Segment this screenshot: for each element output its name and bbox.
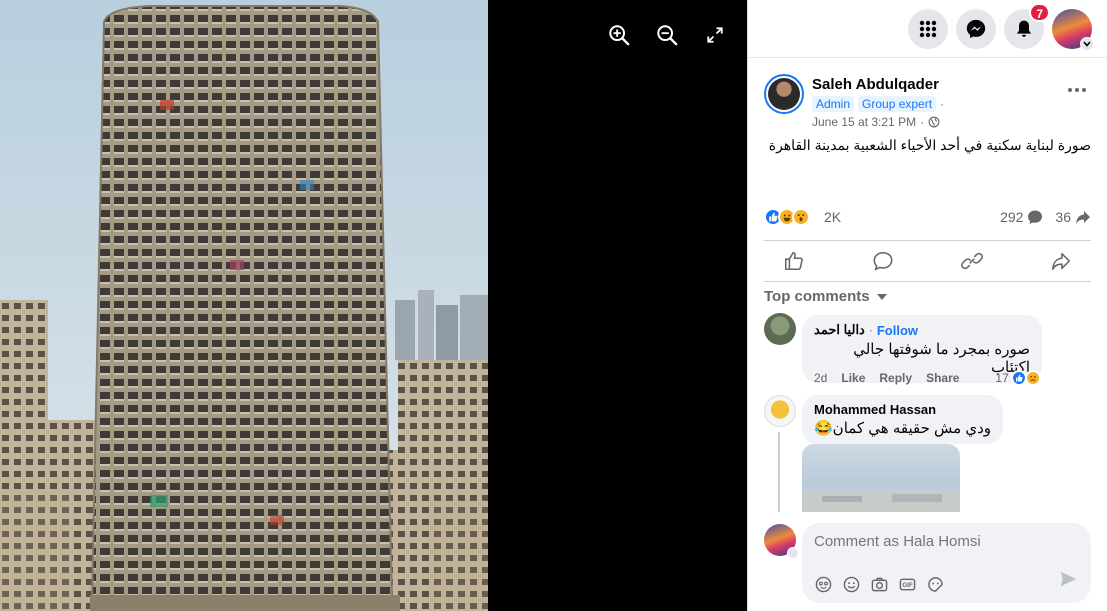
comment-sort-dropdown[interactable]: Top comments bbox=[764, 288, 888, 305]
comments-stat[interactable]: 292 bbox=[1000, 209, 1043, 225]
grid-menu-icon bbox=[919, 20, 937, 38]
post-timestamp: June 15 at 3:21 PM · bbox=[812, 115, 940, 129]
comments-count: 292 bbox=[1000, 209, 1024, 225]
top-bar: 7 bbox=[748, 0, 1107, 58]
chevron-down-icon bbox=[1080, 37, 1094, 51]
author-badges: Admin Group expert · bbox=[812, 96, 944, 112]
post-stats: 292 36 bbox=[1000, 209, 1091, 225]
like-button[interactable] bbox=[782, 249, 806, 273]
comment-input[interactable] bbox=[814, 533, 1054, 550]
composer-tools: GIF bbox=[814, 575, 944, 593]
comment-attached-image[interactable] bbox=[802, 444, 960, 512]
comment-meta: 2d Like Reply Share 17 bbox=[814, 370, 1041, 386]
emoji-button[interactable] bbox=[842, 575, 860, 593]
link-icon bbox=[961, 252, 983, 270]
more-horizontal-icon bbox=[1068, 88, 1086, 92]
share-button[interactable] bbox=[1049, 249, 1073, 273]
comment-item: داليا احمد · Follow صوره بمجرد ما شوفتها… bbox=[764, 313, 1091, 386]
post-photo[interactable] bbox=[0, 0, 488, 611]
avatar-sticker-icon bbox=[815, 576, 831, 592]
comment-like-button[interactable]: Like bbox=[841, 371, 865, 385]
share-arrow-icon bbox=[1076, 211, 1090, 224]
bell-icon bbox=[1016, 20, 1032, 37]
comment-button[interactable] bbox=[871, 249, 895, 273]
globe-icon bbox=[928, 116, 940, 128]
sad-reaction-icon bbox=[1024, 370, 1041, 386]
timestamp-text[interactable]: June 15 at 3:21 PM bbox=[812, 115, 916, 129]
comment-box: GIF bbox=[802, 523, 1091, 603]
comment-reactions-count: 17 bbox=[995, 371, 1009, 385]
post-panel: 7 Saleh Abdulqader Admin Group expert · … bbox=[747, 0, 1107, 611]
comment-bubble-icon bbox=[1028, 210, 1043, 224]
commenter-avatar[interactable] bbox=[764, 395, 796, 427]
comment-photo bbox=[802, 492, 960, 512]
account-avatar[interactable] bbox=[1052, 9, 1094, 51]
comment-share-button[interactable]: Share bbox=[926, 371, 959, 385]
send-icon bbox=[1060, 571, 1077, 587]
zoom-out-button[interactable] bbox=[654, 22, 680, 48]
notifications-button[interactable]: 7 bbox=[1004, 3, 1050, 49]
commenter-name[interactable]: داليا احمد bbox=[814, 322, 865, 338]
my-avatar[interactable] bbox=[764, 524, 799, 559]
comment-reply-button[interactable]: Reply bbox=[879, 371, 912, 385]
comment-icon bbox=[873, 251, 893, 271]
author-avatar[interactable] bbox=[764, 74, 804, 114]
reaction-icons[interactable] bbox=[764, 208, 810, 226]
group-expert-badge: Group expert bbox=[858, 96, 937, 112]
reply-thread-line bbox=[778, 432, 780, 512]
svg-text:GIF: GIF bbox=[902, 582, 912, 589]
reactions-count[interactable]: 2K bbox=[824, 209, 841, 225]
emoji-icon bbox=[843, 576, 859, 592]
admin-badge: Admin bbox=[812, 96, 855, 112]
post-header: Saleh Abdulqader Admin Group expert · Ju… bbox=[764, 74, 1091, 130]
camera-icon bbox=[871, 577, 887, 591]
share-icon bbox=[1051, 252, 1071, 271]
wow-reaction-icon bbox=[792, 208, 810, 226]
comment-text: ودي مش حقيقه هي كمان😂 bbox=[814, 420, 991, 437]
comment-time[interactable]: 2d bbox=[814, 371, 827, 385]
reactions-bar: 2K 292 36 bbox=[764, 205, 1091, 229]
gif-button[interactable]: GIF bbox=[898, 575, 916, 593]
building-photo bbox=[0, 0, 488, 611]
avatar-sticker-button[interactable] bbox=[814, 575, 832, 593]
zoom-in-icon bbox=[609, 25, 630, 46]
shares-stat[interactable]: 36 bbox=[1055, 209, 1091, 225]
comment-reactions[interactable]: 17 bbox=[995, 370, 1041, 386]
sticker-button[interactable] bbox=[926, 575, 944, 593]
commenter-name[interactable]: Mohammed Hassan bbox=[814, 402, 991, 417]
send-button[interactable] bbox=[1059, 570, 1077, 593]
photo-button[interactable] bbox=[870, 575, 888, 593]
messenger-icon bbox=[966, 19, 986, 39]
zoom-out-icon bbox=[657, 25, 678, 46]
comment-item: Mohammed Hassan ودي مش حقيقه هي كمان😂 bbox=[764, 395, 1091, 445]
shares-count: 36 bbox=[1055, 209, 1071, 225]
gif-icon: GIF bbox=[899, 578, 915, 590]
chevron-down-icon bbox=[787, 547, 799, 559]
author-name[interactable]: Saleh Abdulqader bbox=[812, 76, 939, 93]
menu-button[interactable] bbox=[908, 9, 948, 49]
fullscreen-button[interactable] bbox=[702, 22, 728, 48]
notifications-badge: 7 bbox=[1029, 3, 1050, 22]
separator-dot: · bbox=[920, 115, 925, 129]
comment-composer: GIF bbox=[748, 514, 1107, 611]
copy-link-button[interactable] bbox=[960, 249, 984, 273]
post-actions bbox=[764, 240, 1091, 282]
post-text: صورة لبناية سكنية في أحد الأحياء الشعبية… bbox=[768, 137, 1091, 153]
messenger-button[interactable] bbox=[956, 9, 996, 49]
more-options-button[interactable] bbox=[1063, 80, 1091, 100]
comment-bubble: Mohammed Hassan ودي مش حقيقه هي كمان😂 bbox=[802, 395, 1003, 444]
comment-sort-label: Top comments bbox=[764, 288, 870, 305]
thumbs-up-icon bbox=[784, 251, 803, 271]
separator-dot: · bbox=[940, 97, 945, 111]
sticker-icon bbox=[927, 576, 943, 592]
photo-viewer bbox=[0, 0, 747, 611]
zoom-in-button[interactable] bbox=[606, 22, 632, 48]
follow-link[interactable]: Follow bbox=[877, 323, 918, 338]
fullscreen-icon bbox=[707, 27, 723, 43]
caret-down-icon bbox=[876, 293, 887, 300]
commenter-avatar[interactable] bbox=[764, 313, 796, 345]
